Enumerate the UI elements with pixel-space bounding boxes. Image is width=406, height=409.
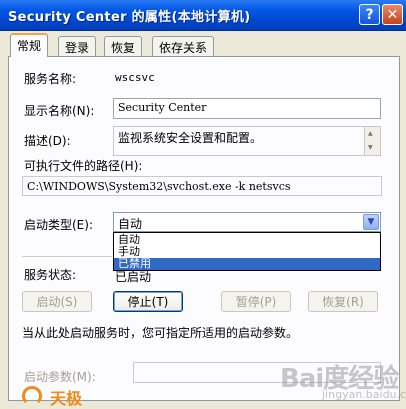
window-title: Security Center 的属性(本地计算机) — [8, 10, 251, 25]
startup-type-selected: 自动 — [118, 217, 143, 231]
start-params-label: 启动参数(M): — [24, 370, 96, 384]
tab-general[interactable]: 常规 — [10, 33, 49, 57]
stop-button[interactable]: 停止(T) — [113, 291, 183, 312]
start-button[interactable]: 启动(S) — [22, 291, 92, 312]
tab-logon[interactable]: 登录 — [58, 36, 97, 56]
description-field[interactable]: 监视系统安全设置和配置。 — [113, 126, 381, 156]
exe-path-label: 可执行文件的路径(H): — [24, 159, 143, 173]
close-button[interactable]: ✕ — [382, 4, 403, 25]
help-button[interactable]: ? — [359, 4, 380, 25]
description-label: 描述(D): — [24, 134, 71, 148]
startup-option-disabled[interactable]: 已禁用 — [114, 258, 380, 270]
service-status-label: 服务状态: — [24, 268, 77, 282]
help-icon: ? — [365, 6, 374, 23]
resume-button[interactable]: 恢复(R) — [308, 291, 378, 312]
service-name-label: 服务名称: — [24, 72, 77, 86]
watermark-url: jingyan.baidu.com — [322, 388, 406, 401]
brand-logo-icon — [22, 386, 42, 406]
exe-path-field[interactable]: C:\WINDOWS\System32\svchost.exe -k netsv… — [22, 176, 382, 196]
description-text: 监视系统安全设置和配置。 — [118, 131, 263, 145]
startup-type-label: 启动类型(E): — [24, 218, 93, 232]
chevron-down-icon[interactable]: ▼ — [363, 214, 379, 230]
close-icon: ✕ — [386, 6, 399, 23]
service-name-value: wscsvc — [115, 71, 155, 84]
start-params-hint: 当从此处启动服务时，您可指定所适用的启动参数。 — [22, 326, 299, 340]
description-scrollbar[interactable]: ▲ ▼ — [364, 127, 380, 155]
startup-type-dropdown[interactable]: 自动 手动 已禁用 — [113, 232, 381, 271]
scroll-down-icon[interactable]: ▼ — [368, 144, 373, 151]
tab-dependencies[interactable]: 依存关系 — [152, 36, 215, 56]
startup-option-auto[interactable]: 自动 — [114, 234, 380, 246]
startup-option-manual[interactable]: 手动 — [114, 246, 380, 258]
display-name-field[interactable]: Security Center — [113, 98, 381, 119]
title-bar[interactable]: Security Center 的属性(本地计算机) ? ✕ — [0, 0, 406, 31]
separator — [22, 256, 112, 257]
startup-type-select[interactable]: 自动 ▼ — [113, 212, 381, 232]
scroll-up-icon[interactable]: ▲ — [368, 130, 373, 137]
tab-recovery[interactable]: 恢复 — [104, 36, 143, 56]
pause-button[interactable]: 暂停(P) — [221, 291, 291, 312]
display-name-label: 显示名称(N): — [24, 104, 95, 118]
brand-text: 天极 — [50, 389, 83, 408]
